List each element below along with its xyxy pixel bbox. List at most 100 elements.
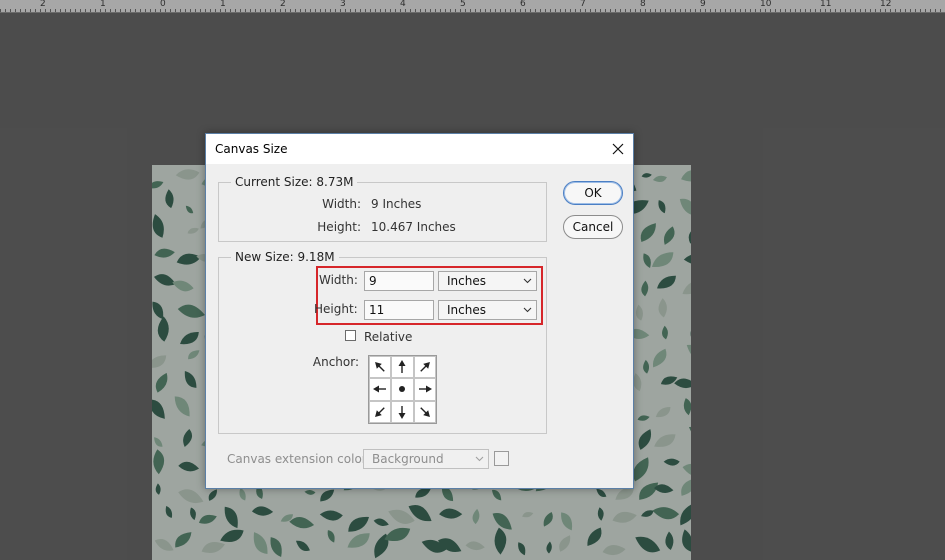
leaf-shape <box>153 449 165 475</box>
leaf-shape <box>683 398 691 416</box>
leaf-shape <box>155 483 161 495</box>
ruler-tick <box>55 9 56 12</box>
ruler-tick <box>170 9 171 12</box>
anchor-cell[interactable] <box>413 400 436 423</box>
ok-button[interactable]: OK <box>563 181 623 205</box>
ruler-tick <box>375 9 376 12</box>
ruler-tick <box>340 9 341 12</box>
cancel-button[interactable]: Cancel <box>563 215 623 239</box>
ruler-tick <box>255 9 256 12</box>
ruler-tick <box>790 9 791 12</box>
canvas-extension-color-swatch[interactable] <box>494 451 509 466</box>
ruler-tick <box>410 9 411 12</box>
leaf-shape <box>652 175 667 182</box>
anchor-cell[interactable] <box>369 400 392 423</box>
leaf-shape <box>289 517 315 529</box>
leaf-shape <box>652 507 680 520</box>
leaf-shape <box>175 532 192 548</box>
ruler-tick <box>500 9 501 12</box>
ruler-tick <box>560 9 561 12</box>
ruler-tick <box>330 9 331 12</box>
leaf-shape <box>176 253 201 265</box>
relative-checkbox[interactable] <box>345 330 356 341</box>
ruler-tick <box>85 9 86 12</box>
ruler-tick <box>490 9 491 12</box>
leaf-shape <box>641 280 649 297</box>
ruler-tick <box>515 9 516 12</box>
ruler-tick <box>305 9 306 12</box>
ruler-number: 7 <box>580 0 586 9</box>
leaf-shape <box>662 325 668 340</box>
ruler-tick <box>940 9 941 12</box>
leaf-shape <box>157 316 169 342</box>
close-icon <box>612 143 624 155</box>
canvas-extension-color-value: Background <box>372 452 444 466</box>
ruler-tick <box>805 9 806 12</box>
ruler-tick <box>180 9 181 12</box>
new-width-unit-select[interactable]: Inches <box>438 271 537 291</box>
ruler-tick <box>200 9 201 12</box>
leaf-shape <box>658 200 666 214</box>
new-height-label: Height: <box>314 302 358 316</box>
ruler-tick <box>530 9 531 12</box>
anchor-cell[interactable] <box>369 378 392 401</box>
new-height-input[interactable]: 11 <box>364 300 434 320</box>
ruler-tick <box>835 9 836 12</box>
leaf-shape <box>602 545 626 556</box>
anchor-cell[interactable] <box>391 356 414 379</box>
ruler-tick <box>440 9 441 12</box>
ruler-tick <box>475 9 476 12</box>
ruler-tick <box>420 9 421 12</box>
leaf-shape <box>153 274 176 286</box>
ruler-tick <box>895 9 896 12</box>
leaf-shape <box>319 510 343 521</box>
leaf-shape <box>155 372 168 393</box>
leaf-shape <box>465 541 485 551</box>
ruler-tick <box>230 9 231 12</box>
leaf-shape <box>188 350 200 360</box>
relative-label[interactable]: Relative <box>364 330 412 344</box>
ruler-tick <box>695 9 696 12</box>
ruler-tick <box>405 9 406 12</box>
ruler-number: 1 <box>220 0 226 9</box>
new-height-unit-select[interactable]: Inches <box>438 300 537 320</box>
anchor-cell[interactable] <box>369 356 392 379</box>
anchor-cell[interactable] <box>413 378 436 401</box>
ruler-tick <box>670 9 671 12</box>
ruler-tick <box>465 9 466 12</box>
ruler-tick <box>5 9 6 12</box>
ruler-tick <box>550 9 551 12</box>
current-width-label: Width: <box>322 197 361 211</box>
ruler-tick <box>90 9 91 12</box>
ruler-tick <box>900 9 901 12</box>
anchor-grid[interactable] <box>368 355 437 424</box>
leaf-shape <box>681 477 691 496</box>
ruler-tick <box>450 9 451 12</box>
leaf-shape <box>187 227 199 234</box>
ruler-tick <box>655 9 656 12</box>
dialog-titlebar[interactable]: Canvas Size <box>206 134 633 164</box>
leaf-shape <box>587 527 602 547</box>
close-button[interactable] <box>603 134 633 164</box>
new-width-input[interactable]: 9 <box>364 271 434 291</box>
ruler-tick <box>920 9 921 12</box>
ruler-tick <box>50 9 51 12</box>
canvas-extension-color-select[interactable]: Background <box>363 449 489 469</box>
anchor-cell[interactable] <box>413 356 436 379</box>
anchor-cell[interactable] <box>391 378 414 401</box>
ruler-number: 11 <box>820 0 832 9</box>
leaf-shape <box>208 489 217 501</box>
arrow-w-icon <box>373 385 387 393</box>
ruler-tick <box>45 9 46 12</box>
ruler-tick <box>705 9 706 12</box>
ruler-tick <box>905 9 906 12</box>
ruler-tick <box>620 9 621 12</box>
leaf-shape <box>637 415 650 421</box>
ruler-tick <box>310 9 311 12</box>
ruler-tick <box>935 9 936 12</box>
ruler-tick <box>795 9 796 12</box>
ruler-number: 3 <box>340 0 346 9</box>
ruler-tick <box>470 9 471 12</box>
anchor-cell[interactable] <box>391 400 414 423</box>
ruler-tick <box>645 9 646 12</box>
